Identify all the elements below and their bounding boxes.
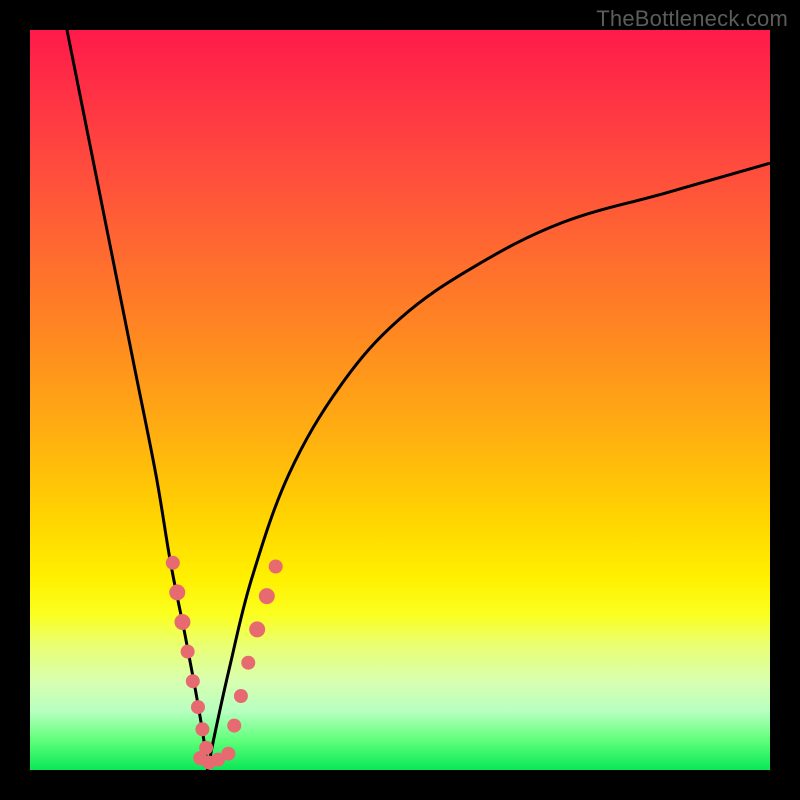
curve-layer xyxy=(30,30,770,770)
curve-right-branch xyxy=(208,163,770,770)
data-marker-right xyxy=(259,588,275,604)
data-marker-left xyxy=(191,700,205,714)
data-marker-left xyxy=(181,645,195,659)
watermark-text: TheBottleneck.com xyxy=(596,6,788,32)
data-marker-right xyxy=(234,689,248,703)
data-marker-right xyxy=(241,656,255,670)
marker-group xyxy=(166,556,283,770)
data-marker-left xyxy=(186,674,200,688)
data-marker-right xyxy=(269,560,283,574)
data-marker-left xyxy=(169,584,185,600)
data-marker-right xyxy=(227,719,241,733)
chart-frame: TheBottleneck.com xyxy=(0,0,800,800)
data-marker-left xyxy=(174,614,190,630)
data-marker-bottom xyxy=(221,747,235,761)
plot-area xyxy=(30,30,770,770)
data-marker-left xyxy=(166,556,180,570)
curve-left-branch xyxy=(67,30,208,770)
data-marker-left xyxy=(195,722,209,736)
data-marker-right xyxy=(249,621,265,637)
